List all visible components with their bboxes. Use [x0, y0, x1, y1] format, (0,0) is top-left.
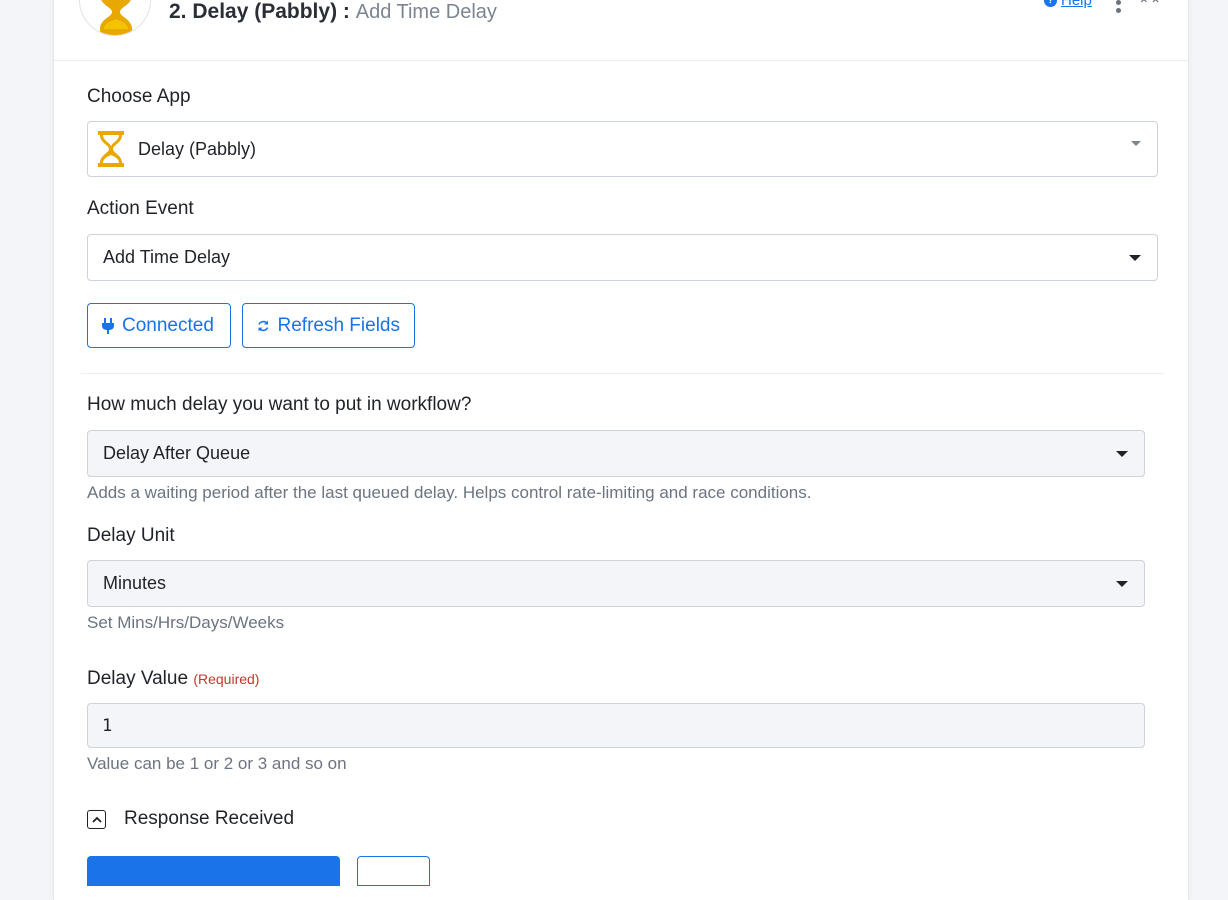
refresh-fields-button-label: Refresh Fields [277, 314, 401, 336]
action-event-label: Action Event [87, 198, 194, 219]
delay-value-input[interactable]: 1 [87, 703, 1145, 748]
delay-type-value: Delay After Queue [103, 443, 251, 463]
delay-type-select[interactable]: Delay After Queue [87, 430, 1145, 477]
choose-app-select[interactable]: Delay (Pabbly) [87, 121, 1158, 177]
response-received-toggle[interactable]: Response Received [87, 808, 294, 830]
required-marker: (Required) [193, 671, 260, 687]
delay-unit-help: Set Mins/Hrs/Days/Weeks [87, 613, 285, 632]
delay-unit-label: Delay Unit [87, 525, 175, 546]
delay-unit-select[interactable]: Minutes [87, 560, 1145, 607]
step-card: 2. Delay (Pabbly) : Add Time Delay ? Hel… [53, 0, 1189, 900]
chevron-up-icon [87, 809, 106, 829]
delay-type-label: How much delay you want to put in workfl… [87, 394, 472, 415]
step-title: 2. Delay (Pabbly) : Add Time Delay [169, 0, 497, 24]
step-header: 2. Delay (Pabbly) : Add Time Delay ? Hel… [54, 0, 1188, 61]
section-divider [81, 373, 1164, 374]
help-link[interactable]: ? Help [1044, 0, 1092, 9]
chevron-down-icon [1116, 580, 1128, 587]
delay-value-label: Delay Value (Required) [87, 668, 259, 690]
connected-button[interactable]: Connected [87, 303, 231, 348]
choose-app-label: Choose App [87, 86, 191, 107]
info-icon: ? [1044, 0, 1057, 7]
collapse-icon[interactable]: ⌃⌃ [1138, 0, 1161, 13]
refresh-fields-button[interactable]: Refresh Fields [242, 303, 415, 348]
delay-value-label-text: Delay Value [87, 668, 189, 689]
chevron-down-icon [1131, 141, 1141, 146]
delay-type-help: Adds a waiting period after the last que… [87, 483, 812, 502]
step-title-text: 2. Delay (Pabbly) : [169, 0, 350, 23]
hourglass-icon [96, 130, 126, 168]
app-badge [79, 0, 151, 36]
delay-value-text: 1 [102, 715, 113, 736]
help-link-label: Help [1061, 0, 1092, 9]
plug-icon [102, 317, 114, 334]
secondary-action-button[interactable] [357, 856, 430, 886]
kebab-menu-icon[interactable] [1116, 0, 1122, 13]
chevron-down-icon [1129, 254, 1141, 261]
connected-button-label: Connected [122, 314, 214, 336]
action-event-select[interactable]: Add Time Delay [87, 234, 1158, 281]
refresh-icon [258, 320, 269, 331]
response-received-label: Response Received [124, 808, 295, 829]
hourglass-icon [100, 0, 132, 35]
choose-app-value: Delay (Pabbly) [138, 138, 257, 159]
step-subtitle: Add Time Delay [355, 1, 497, 23]
chevron-down-icon [1116, 450, 1128, 457]
delay-unit-value: Minutes [103, 573, 167, 593]
delay-value-help: Value can be 1 or 2 or 3 and so on [87, 754, 347, 773]
action-event-value: Add Time Delay [103, 247, 231, 267]
primary-action-button[interactable] [87, 856, 340, 886]
